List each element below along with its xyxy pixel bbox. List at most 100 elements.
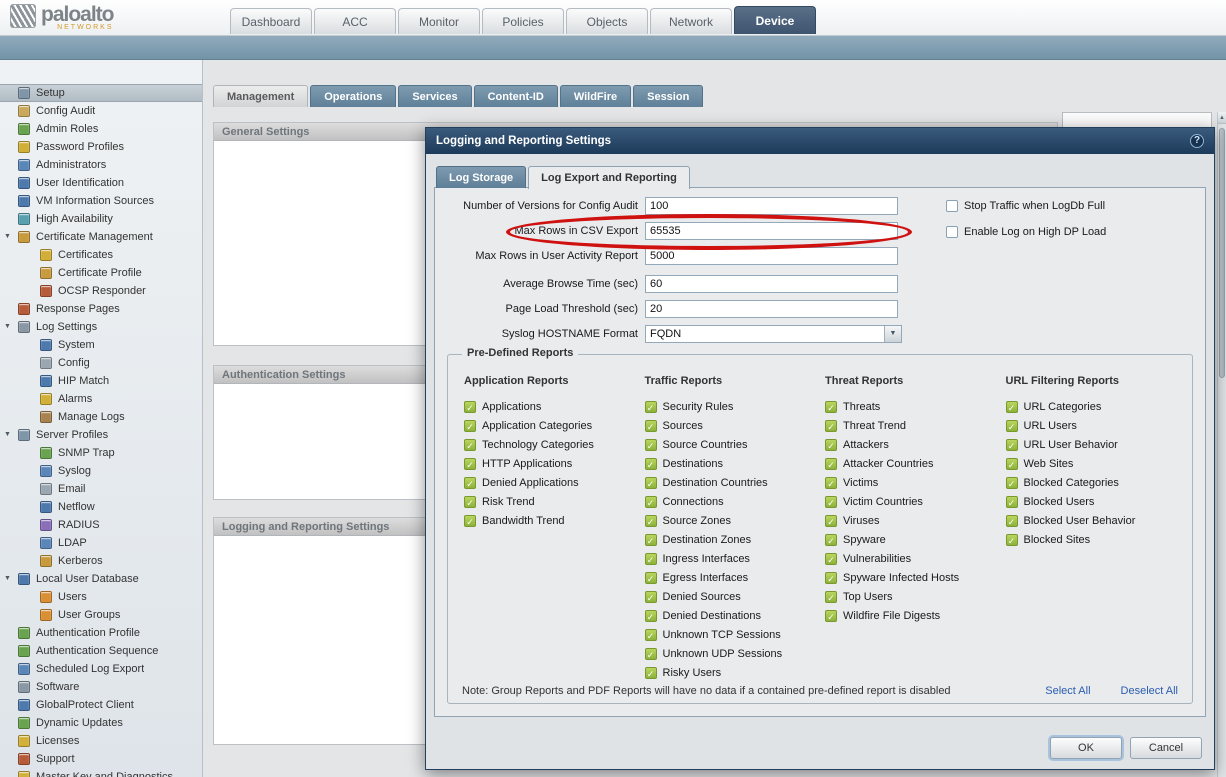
tab-operations[interactable]: Operations [310,85,396,107]
report-item-wildfire-file-digests[interactable]: ✓Wildfire File Digests [825,606,1006,625]
sidebar-item-manage-logs[interactable]: Manage Logs [0,408,202,426]
vertical-scrollbar[interactable]: ▲ [1217,112,1226,777]
checkbox-row-enable-log-on-high-dp-load[interactable]: Enable Log on High DP Load [946,223,1106,241]
sidebar-item-software[interactable]: Software [0,678,202,696]
ok-button[interactable]: OK [1050,737,1122,759]
sidebar-item-vm-information-sources[interactable]: VM Information Sources [0,192,202,210]
report-item-victim-countries[interactable]: ✓Victim Countries [825,492,1006,511]
tab-session[interactable]: Session [633,85,703,107]
sidebar-item-admin-roles[interactable]: Admin Roles [0,120,202,138]
report-item-blocked-users[interactable]: ✓Blocked Users [1006,492,1187,511]
report-item-denied-sources[interactable]: ✓Denied Sources [645,587,826,606]
checkbox-row-stop-traffic-when-logdb-full[interactable]: Stop Traffic when LogDb Full [946,197,1105,215]
checked-checkbox-icon[interactable]: ✓ [825,591,837,603]
report-item-blocked-categories[interactable]: ✓Blocked Categories [1006,473,1187,492]
sidebar-item-server-profiles[interactable]: ▼Server Profiles [0,426,202,444]
sidebar-item-authentication-profile[interactable]: Authentication Profile [0,624,202,642]
checked-checkbox-icon[interactable]: ✓ [645,667,657,679]
report-item-url-users[interactable]: ✓URL Users [1006,416,1187,435]
report-item-spyware[interactable]: ✓Spyware [825,530,1006,549]
expand-arrow-icon[interactable]: ▼ [4,431,11,438]
sidebar-item-hip-match[interactable]: HIP Match [0,372,202,390]
checked-checkbox-icon[interactable]: ✓ [645,591,657,603]
checked-checkbox-icon[interactable]: ✓ [1006,401,1018,413]
sidebar-item-config[interactable]: Config [0,354,202,372]
field-input-page-load-threshold-sec[interactable] [645,300,898,318]
checked-checkbox-icon[interactable]: ✓ [1006,458,1018,470]
report-item-attacker-countries[interactable]: ✓Attacker Countries [825,454,1006,473]
sidebar-item-netflow[interactable]: Netflow [0,498,202,516]
report-item-ingress-interfaces[interactable]: ✓Ingress Interfaces [645,549,826,568]
checked-checkbox-icon[interactable]: ✓ [464,515,476,527]
checked-checkbox-icon[interactable]: ✓ [464,420,476,432]
sidebar-item-authentication-sequence[interactable]: Authentication Sequence [0,642,202,660]
checked-checkbox-icon[interactable]: ✓ [645,458,657,470]
report-item-top-users[interactable]: ✓Top Users [825,587,1006,606]
sidebar-item-support[interactable]: Support [0,750,202,768]
sidebar-item-globalprotect-client[interactable]: GlobalProtect Client [0,696,202,714]
report-item-sources[interactable]: ✓Sources [645,416,826,435]
tab-content-id[interactable]: Content-ID [474,85,558,107]
sidebar-item-snmp-trap[interactable]: SNMP Trap [0,444,202,462]
sidebar-item-certificates[interactable]: Certificates [0,246,202,264]
report-item-denied-applications[interactable]: ✓Denied Applications [464,473,645,492]
checked-checkbox-icon[interactable]: ✓ [645,496,657,508]
report-item-threats[interactable]: ✓Threats [825,397,1006,416]
modal-tab-log-export-and-reporting[interactable]: Log Export and Reporting [528,166,690,189]
nav-tab-dashboard[interactable]: Dashboard [230,8,312,34]
sidebar-item-log-settings[interactable]: ▼Log Settings [0,318,202,336]
checked-checkbox-icon[interactable]: ✓ [825,610,837,622]
report-item-bandwidth-trend[interactable]: ✓Bandwidth Trend [464,511,645,530]
checked-checkbox-icon[interactable]: ✓ [825,553,837,565]
checked-checkbox-icon[interactable]: ✓ [825,420,837,432]
report-item-viruses[interactable]: ✓Viruses [825,511,1006,530]
sidebar-item-local-user-database[interactable]: ▼Local User Database [0,570,202,588]
sidebar-item-password-profiles[interactable]: Password Profiles [0,138,202,156]
checked-checkbox-icon[interactable]: ✓ [1006,477,1018,489]
checked-checkbox-icon[interactable]: ✓ [645,572,657,584]
expand-arrow-icon[interactable]: ▼ [4,575,11,582]
report-item-http-applications[interactable]: ✓HTTP Applications [464,454,645,473]
tab-management[interactable]: Management [213,85,308,107]
sidebar-item-alarms[interactable]: Alarms [0,390,202,408]
nav-tab-acc[interactable]: ACC [314,8,396,34]
checked-checkbox-icon[interactable]: ✓ [825,496,837,508]
checked-checkbox-icon[interactable]: ✓ [825,534,837,546]
sidebar-item-certificate-profile[interactable]: Certificate Profile [0,264,202,282]
report-item-victims[interactable]: ✓Victims [825,473,1006,492]
unchecked-checkbox[interactable] [946,226,958,238]
field-input-average-browse-time-sec[interactable] [645,275,898,293]
checked-checkbox-icon[interactable]: ✓ [464,477,476,489]
report-item-security-rules[interactable]: ✓Security Rules [645,397,826,416]
sidebar-item-syslog[interactable]: Syslog [0,462,202,480]
expand-arrow-icon[interactable]: ▼ [4,233,11,240]
report-item-url-user-behavior[interactable]: ✓URL User Behavior [1006,435,1187,454]
checked-checkbox-icon[interactable]: ✓ [1006,496,1018,508]
checked-checkbox-icon[interactable]: ✓ [1006,534,1018,546]
sidebar-item-email[interactable]: Email [0,480,202,498]
nav-tab-network[interactable]: Network [650,8,732,34]
sidebar-item-administrators[interactable]: Administrators [0,156,202,174]
sidebar-item-users[interactable]: Users [0,588,202,606]
checked-checkbox-icon[interactable]: ✓ [825,572,837,584]
checked-checkbox-icon[interactable]: ✓ [464,439,476,451]
report-item-destinations[interactable]: ✓Destinations [645,454,826,473]
sidebar-item-scheduled-log-export[interactable]: Scheduled Log Export [0,660,202,678]
tab-services[interactable]: Services [398,85,471,107]
report-item-spyware-infected-hosts[interactable]: ✓Spyware Infected Hosts [825,568,1006,587]
checked-checkbox-icon[interactable]: ✓ [645,401,657,413]
report-item-technology-categories[interactable]: ✓Technology Categories [464,435,645,454]
sidebar-item-user-identification[interactable]: User Identification [0,174,202,192]
report-item-connections[interactable]: ✓Connections [645,492,826,511]
unchecked-checkbox[interactable] [946,200,958,212]
sidebar-item-ldap[interactable]: LDAP [0,534,202,552]
checked-checkbox-icon[interactable]: ✓ [645,420,657,432]
sidebar-item-system[interactable]: System [0,336,202,354]
select-all-link[interactable]: Select All [1045,685,1090,697]
report-item-vulnerabilities[interactable]: ✓Vulnerabilities [825,549,1006,568]
nav-tab-policies[interactable]: Policies [482,8,564,34]
report-item-threat-trend[interactable]: ✓Threat Trend [825,416,1006,435]
tab-wildfire[interactable]: WildFire [560,85,631,107]
checked-checkbox-icon[interactable]: ✓ [645,515,657,527]
chevron-down-icon[interactable]: ▼ [884,326,901,342]
